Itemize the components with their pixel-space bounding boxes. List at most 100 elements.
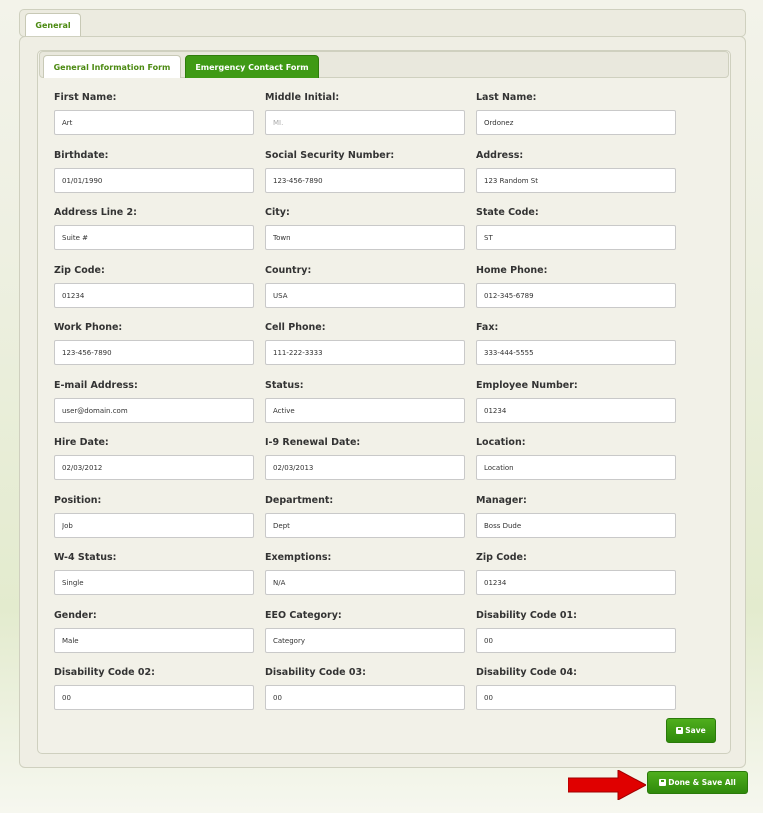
field-department-22: Department: <box>265 494 465 538</box>
cell-phone-input[interactable] <box>265 340 465 365</box>
field-cell-phone-13: Cell Phone: <box>265 321 465 365</box>
w-4-status-input[interactable] <box>54 570 254 595</box>
city-input[interactable] <box>265 225 465 250</box>
field-state-code-8: State Code: <box>476 206 676 250</box>
field-label: City: <box>265 207 290 218</box>
field-e-mail-address-15: E-mail Address: <box>54 379 254 423</box>
field-label: I-9 Renewal Date: <box>265 437 361 448</box>
manager-input[interactable] <box>476 513 676 538</box>
field-label: Status: <box>265 380 304 391</box>
location-input[interactable] <box>476 455 676 480</box>
i-9-renewal-date-input[interactable] <box>265 455 465 480</box>
field-label: Cell Phone: <box>265 322 326 333</box>
field-label: Fax: <box>476 322 499 333</box>
zip-code-input[interactable] <box>476 570 676 595</box>
field-hire-date-18: Hire Date: <box>54 436 254 480</box>
disability-code-03-input[interactable] <box>265 685 465 710</box>
field-label: Zip Code: <box>54 265 105 276</box>
gender-input[interactable] <box>54 628 254 653</box>
save-disk-icon <box>676 727 684 734</box>
field-w-4-status-24: W-4 Status: <box>54 551 254 595</box>
field-label: Country: <box>265 265 312 276</box>
hire-date-input[interactable] <box>54 455 254 480</box>
field-disability-code-01-29: Disability Code 01: <box>476 609 676 653</box>
e-mail-address-input[interactable] <box>54 398 254 423</box>
last-name-input[interactable] <box>476 110 676 135</box>
done-save-all-button[interactable]: Done & Save All <box>647 771 748 794</box>
field-label: Social Security Number: <box>265 150 395 161</box>
disability-code-04-input[interactable] <box>476 685 676 710</box>
field-exemptions-25: Exemptions: <box>265 551 465 595</box>
field-label: EEO Category: <box>265 610 342 621</box>
middle-initial-input[interactable] <box>265 110 465 135</box>
field-label: E-mail Address: <box>54 380 138 391</box>
outer-tabstrip <box>19 9 746 37</box>
field-label: Department: <box>265 495 334 506</box>
field-label: Employee Number: <box>476 380 578 391</box>
field-label: Gender: <box>54 610 97 621</box>
field-status-16: Status: <box>265 379 465 423</box>
field-zip-code-26: Zip Code: <box>476 551 676 595</box>
tab-emergency-contact-form[interactable]: Emergency Contact Form <box>185 55 319 79</box>
field-label: State Code: <box>476 207 539 218</box>
work-phone-input[interactable] <box>54 340 254 365</box>
address-input[interactable] <box>476 168 676 193</box>
field-last-name-2: Last Name: <box>476 91 676 135</box>
disability-code-02-input[interactable] <box>54 685 254 710</box>
save-button[interactable]: Save <box>666 718 716 743</box>
disability-code-01-input[interactable] <box>476 628 676 653</box>
field-fax-14: Fax: <box>476 321 676 365</box>
department-input[interactable] <box>265 513 465 538</box>
field-label: Address: <box>476 150 524 161</box>
field-label: W-4 Status: <box>54 552 117 563</box>
state-code-input[interactable] <box>476 225 676 250</box>
field-address-5: Address: <box>476 149 676 193</box>
birthdate-input[interactable] <box>54 168 254 193</box>
field-label: Address Line 2: <box>54 207 137 218</box>
field-label: First Name: <box>54 92 117 103</box>
country-input[interactable] <box>265 283 465 308</box>
save-disk-icon <box>659 779 667 786</box>
social-security-number-input[interactable] <box>265 168 465 193</box>
field-label: Zip Code: <box>476 552 527 563</box>
field-i-9-renewal-date-19: I-9 Renewal Date: <box>265 436 465 480</box>
status-input[interactable] <box>265 398 465 423</box>
field-social-security-number-4: Social Security Number: <box>265 149 465 193</box>
first-name-input[interactable] <box>54 110 254 135</box>
field-home-phone-11: Home Phone: <box>476 264 676 308</box>
field-label: Disability Code 04: <box>476 667 577 678</box>
exemptions-input[interactable] <box>265 570 465 595</box>
position-input[interactable] <box>54 513 254 538</box>
zip-code-input[interactable] <box>54 283 254 308</box>
field-disability-code-02-30: Disability Code 02: <box>54 666 254 710</box>
field-birthdate-3: Birthdate: <box>54 149 254 193</box>
tab-general-information-form[interactable]: General Information Form <box>43 55 181 79</box>
field-address-line-2-6: Address Line 2: <box>54 206 254 250</box>
field-label: Home Phone: <box>476 265 548 276</box>
field-country-10: Country: <box>265 264 465 308</box>
field-label: Middle Initial: <box>265 92 340 103</box>
red-arrow-annotation <box>568 770 646 800</box>
fax-input[interactable] <box>476 340 676 365</box>
save-button-label: Save <box>685 726 706 735</box>
field-location-20: Location: <box>476 436 676 480</box>
field-disability-code-03-31: Disability Code 03: <box>265 666 465 710</box>
field-label: Disability Code 03: <box>265 667 366 678</box>
field-first-name-0: First Name: <box>54 91 254 135</box>
field-disability-code-04-32: Disability Code 04: <box>476 666 676 710</box>
eeo-category-input[interactable] <box>265 628 465 653</box>
field-label: Last Name: <box>476 92 537 103</box>
field-label: Exemptions: <box>265 552 332 563</box>
field-label: Manager: <box>476 495 527 506</box>
address-line-2-input[interactable] <box>54 225 254 250</box>
tab-general[interactable]: General <box>25 13 81 37</box>
field-eeo-category-28: EEO Category: <box>265 609 465 653</box>
field-work-phone-12: Work Phone: <box>54 321 254 365</box>
employee-number-input[interactable] <box>476 398 676 423</box>
field-label: Position: <box>54 495 102 506</box>
field-label: Hire Date: <box>54 437 109 448</box>
home-phone-input[interactable] <box>476 283 676 308</box>
field-label: Work Phone: <box>54 322 123 333</box>
field-position-21: Position: <box>54 494 254 538</box>
field-label: Disability Code 02: <box>54 667 155 678</box>
